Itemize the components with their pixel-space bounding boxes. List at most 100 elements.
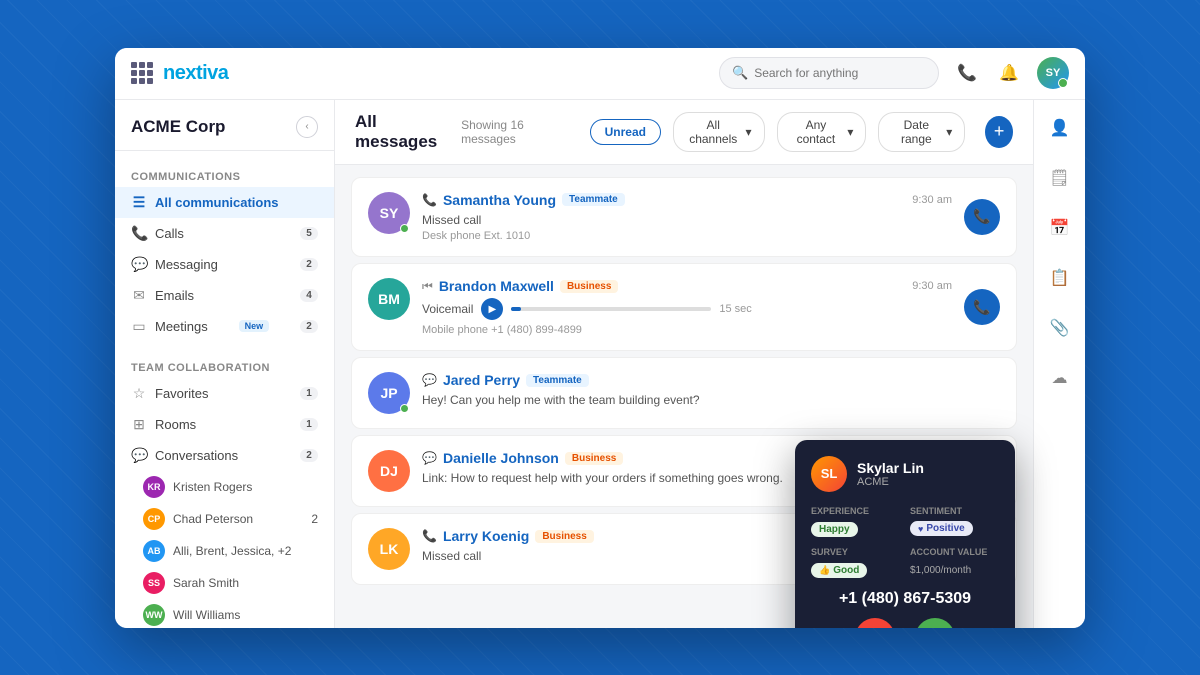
sub-item-label: Chad Peterson [173,512,253,526]
all-comms-icon: ☰ [131,194,147,211]
popup-actions: ✕ 📞 [811,618,999,628]
avatar: JP [368,372,410,414]
table-row[interactable]: BM ⏮ Brandon Maxwell Business 9:30 am Vo… [351,263,1017,351]
survey-value: 👍 Good [811,563,867,578]
user-avatar[interactable]: SY [1037,57,1069,89]
any-contact-dropdown[interactable]: Any contact ▾ [777,112,867,152]
communications-label: Communications [115,163,334,187]
sidebar-header: ACME Corp ‹ [115,100,334,151]
sender-name: Danielle Johnson [443,450,559,466]
call-button[interactable]: 📞 [964,289,1000,325]
attachments-icon[interactable]: 📎 [1044,312,1076,344]
logo: nextiva [163,62,228,85]
sidebar-item-calls[interactable]: 📞 Calls 5 [115,218,334,249]
main-layout: ACME Corp ‹ Communications ☰ All communi… [115,100,1085,628]
progress-bar[interactable] [511,307,711,311]
notes-icon[interactable]: 🗒 [1044,162,1076,194]
calendar-icon[interactable]: 📅 [1044,212,1076,244]
sidebar-item-emails[interactable]: ✉ Emails 4 [115,280,334,311]
message-text: Missed call [422,212,952,229]
thumb-icon: 👍 [819,565,830,576]
date-range-label: Date range [891,118,941,146]
sub-item-label: Kristen Rogers [173,480,252,494]
message-body: 📞 Samantha Young Teammate 9:30 am Missed… [422,192,952,243]
grid-menu-icon[interactable] [131,62,153,84]
sub-avatar: WW [143,604,165,626]
sender-tag: Teammate [562,193,625,206]
add-button[interactable]: + [985,116,1013,148]
phone-icon[interactable]: 📞 [953,59,981,87]
team-label: Team collaboration [115,354,334,378]
sidebar-item-label: Messaging [155,257,218,272]
message-top: 📞 Samantha Young Teammate 9:30 am [422,192,952,208]
sub-item-will[interactable]: WW Will Williams [115,599,334,628]
sidebar-item-messaging[interactable]: 💬 Messaging 2 [115,249,334,280]
sub-item-label: Will Williams [173,608,240,622]
search-input[interactable] [754,66,926,80]
popup-company: ACME [857,476,924,488]
chevron-down-icon: ▾ [946,125,952,139]
popup-details-grid: EXPERIENCE Happy SENTIMENT ♥ Positive SU… [811,506,999,578]
all-channels-dropdown[interactable]: All channels ▾ [673,112,765,152]
experience-field: EXPERIENCE Happy [811,506,900,537]
message-top: 💬 Jared Perry Teammate [422,372,1000,388]
message-top: ⏮ Brandon Maxwell Business 9:30 am [422,278,952,294]
bell-icon[interactable]: 🔔 [995,59,1023,87]
sentiment-label: SENTIMENT [910,506,999,516]
sub-item-label: Sarah Smith [173,576,239,590]
sender-tag: Teammate [526,374,589,387]
heart-icon: ♥ [918,524,923,534]
sub-item-kristen[interactable]: KR Kristen Rogers [115,471,334,503]
date-range-dropdown[interactable]: Date range ▾ [878,112,965,152]
cloud-icon[interactable]: ☁ [1044,362,1076,394]
tasks-icon[interactable]: 📋 [1044,262,1076,294]
call-button[interactable]: 📞 [964,199,1000,235]
emails-badge: 4 [300,289,318,302]
calls-icon: 📞 [131,225,147,242]
experience-label: EXPERIENCE [811,506,900,516]
rooms-badge: 1 [300,418,318,431]
unread-filter-button[interactable]: Unread [590,119,661,145]
account-value-field: ACCOUNT VALUE $1,000/month [910,547,999,578]
sub-item-group[interactable]: AB Alli, Brent, Jessica, +2 [115,535,334,567]
contact-popup: SL Skylar Lin ACME EXPERIENCE Happy SENT… [795,440,1015,628]
search-bar[interactable]: 🔍 [719,57,939,89]
message-sub: Mobile phone +1 (480) 899-4899 [422,324,952,336]
popup-header: SL Skylar Lin ACME [811,456,999,492]
voicemail-player: Voicemail ▶ 15 sec [422,298,952,320]
decline-button[interactable]: ✕ [855,618,895,628]
right-rail: 👤 🗒 📅 📋 📎 ☁ [1033,100,1085,628]
popup-contact-info: Skylar Lin ACME [857,460,924,488]
calls-badge: 5 [300,227,318,240]
rooms-icon: ⊞ [131,416,147,433]
sidebar-item-meetings[interactable]: ▭ Meetings New 2 [115,311,334,342]
sidebar-item-favorites[interactable]: ☆ Favorites 1 [115,378,334,409]
sender-tag: Business [565,452,623,465]
sidebar-item-rooms[interactable]: ⊞ Rooms 1 [115,409,334,440]
contact-icon[interactable]: 👤 [1044,112,1076,144]
top-icons: 📞 🔔 SY [953,57,1069,89]
table-row[interactable]: SY 📞 Samantha Young Teammate 9:30 am Mis… [351,177,1017,258]
avatar: BM [368,278,410,320]
messages-count: Showing 16 messages [461,118,566,146]
table-row[interactable]: JP 💬 Jared Perry Teammate Hey! Can you h… [351,357,1017,429]
popup-phone: +1 (480) 867-5309 [811,590,999,608]
sub-avatar: SS [143,572,165,594]
sidebar-item-all-comms[interactable]: ☰ All communications [115,187,334,218]
collapse-button[interactable]: ‹ [296,116,318,138]
message-body: ⏮ Brandon Maxwell Business 9:30 am Voice… [422,278,952,336]
message-icon: 💬 [422,451,437,465]
voicemail-label: Voicemail [422,301,473,318]
voicemail-icon: ⏮ [422,279,433,294]
sub-item-sarah[interactable]: SS Sarah Smith [115,567,334,599]
play-button[interactable]: ▶ [481,298,503,320]
message-text: Hey! Can you help me with the team build… [422,392,1000,409]
sidebar-item-label: All communications [155,195,279,210]
sender-name: Brandon Maxwell [439,278,554,294]
sub-item-chad[interactable]: CP Chad Peterson 2 [115,503,334,535]
avatar-initials: SY [1046,67,1061,79]
sidebar-item-conversations[interactable]: 💬 Conversations 2 [115,440,334,471]
accept-button[interactable]: 📞 [915,618,955,628]
avatar: DJ [368,450,410,492]
sidebar-content: Communications ☰ All communications 📞 Ca… [115,151,334,628]
